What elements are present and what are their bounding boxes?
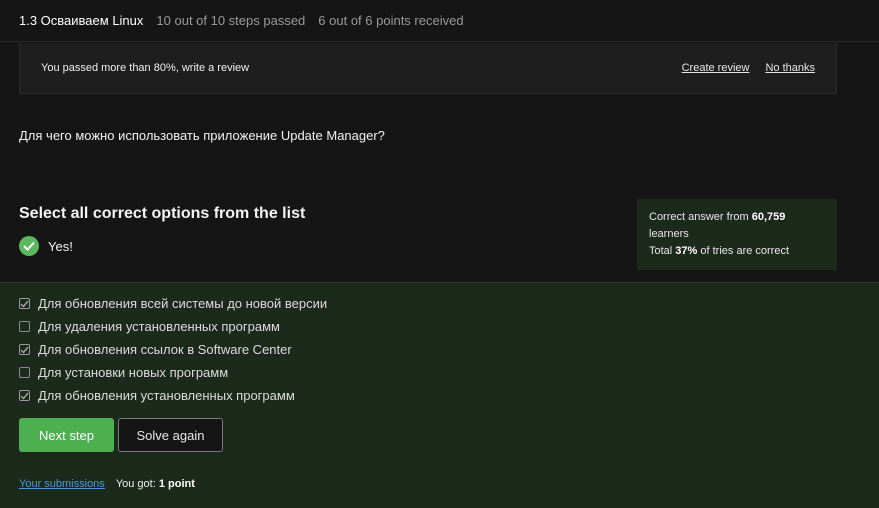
checkmark-icon <box>20 346 29 354</box>
next-step-button[interactable]: Next step <box>19 418 114 452</box>
stats-panel: Correct answer from 60,759 learners Total… <box>637 199 837 270</box>
check-circle-icon <box>19 236 39 256</box>
option-item[interactable]: Для установки новых программ <box>19 365 228 380</box>
option-item[interactable]: Для обновления установленных программ <box>19 388 295 403</box>
lesson-title[interactable]: 1.3 Осваиваем Linux <box>19 13 143 28</box>
no-thanks-link[interactable]: No thanks <box>765 62 815 74</box>
your-submissions-link[interactable]: Your submissions <box>19 478 105 490</box>
review-banner: You passed more than 80%, write a review… <box>19 43 837 94</box>
option-item[interactable]: Для обновления ссылок в Software Center <box>19 342 292 357</box>
result-status: Yes! <box>19 236 73 256</box>
footer: Your submissions You got: 1 point <box>19 478 195 490</box>
stats-line-percent: Total 37% of tries are correct <box>649 245 790 257</box>
option-label: Для установки новых программ <box>38 365 229 380</box>
stats-line-learners: Correct answer from 60,759 learners <box>649 211 786 240</box>
option-item[interactable]: Для удаления установленных программ <box>19 319 280 334</box>
solve-again-button[interactable]: Solve again <box>118 418 223 452</box>
result-label: Yes! <box>48 238 73 254</box>
checkbox[interactable] <box>19 321 30 332</box>
question-text: Для чего можно использовать приложение U… <box>19 128 385 143</box>
checkmark-icon <box>20 392 29 400</box>
create-review-link[interactable]: Create review <box>682 62 750 74</box>
points-progress: 6 out of 6 points received <box>318 13 464 28</box>
review-message: You passed more than 80%, write a review <box>41 62 250 74</box>
correct-percent: 37% <box>675 245 698 257</box>
checkbox[interactable] <box>19 367 30 378</box>
steps-progress: 10 out of 10 steps passed <box>156 13 306 28</box>
checkbox[interactable] <box>19 298 30 309</box>
option-item[interactable]: Для обновления всей системы до новой вер… <box>19 296 327 311</box>
checkbox[interactable] <box>19 390 30 401</box>
score-value: 1 point <box>158 478 195 490</box>
checkbox[interactable] <box>19 344 30 355</box>
instruction-heading: Select all correct options from the list <box>19 205 306 222</box>
option-label: Для обновления ссылок в Software Center <box>38 342 292 357</box>
checkmark-icon <box>20 300 29 308</box>
option-label: Для обновления всей системы до новой вер… <box>38 296 328 311</box>
learners-count: 60,759 <box>751 211 786 223</box>
option-label: Для обновления установленных программ <box>38 388 295 403</box>
score-text: You got: 1 point <box>115 478 195 490</box>
option-label: Для удаления установленных программ <box>38 319 280 334</box>
top-bar: 1.3 Осваиваем Linux 10 out of 10 steps p… <box>0 0 879 42</box>
